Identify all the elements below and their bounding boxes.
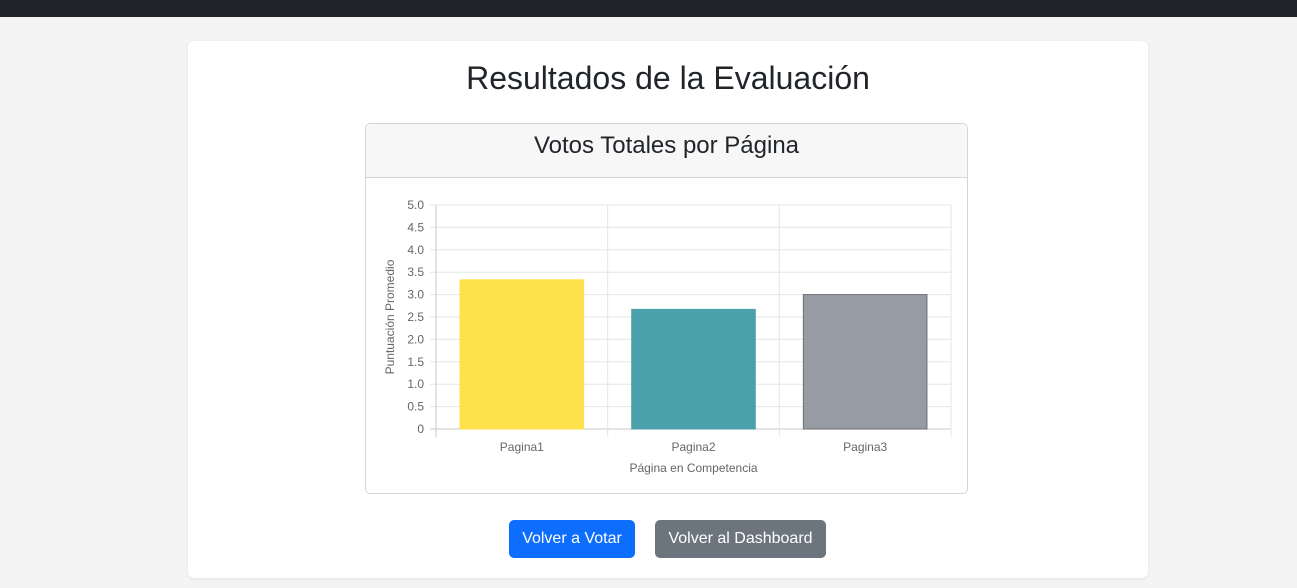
- y-axis-title: Puntuación Promedio: [383, 259, 397, 374]
- page-title: Resultados de la Evaluación: [466, 60, 870, 96]
- bar-pagina1: [459, 279, 585, 430]
- x-tick-label: Pagina3: [843, 440, 887, 454]
- vote-again-button[interactable]: Volver a Votar: [509, 520, 635, 558]
- top-navbar: [0, 0, 1297, 17]
- x-tick-label: Pagina1: [500, 440, 544, 454]
- y-tick-label: 2.0: [407, 332, 424, 346]
- y-tick-label: 5.0: [407, 198, 424, 212]
- chart-card: Votos Totales por Página 0 0.5 1.0 1.5 2.0 2.…: [365, 123, 968, 494]
- y-tick-label: 0: [417, 422, 424, 436]
- bar-pagina2: [631, 308, 756, 430]
- chart-title: Votos Totales por Página: [533, 132, 800, 159]
- bar-chart: 0 0.5 1.0 1.5 2.0 2.5 3.0 3.5 4.0 4.5 5.0 Pagina1 Pa…: [383, 198, 952, 475]
- y-tick-label: 1.0: [407, 377, 424, 391]
- y-tick-label: 4.0: [407, 243, 424, 257]
- chart-card-header: Votos Totales por Página: [366, 124, 967, 178]
- results-card: Resultados de la Evaluación Votos Totale…: [188, 41, 1148, 578]
- x-axis-title: Página en Competencia: [629, 461, 757, 475]
- y-tick-label: 1.5: [407, 355, 424, 369]
- y-tick-label: 3.5: [407, 265, 424, 279]
- y-tick-label: 4.5: [407, 220, 424, 234]
- bar-pagina3: [802, 294, 928, 430]
- back-to-dashboard-button[interactable]: Volver al Dashboard: [655, 520, 826, 558]
- y-tick-label: 0.5: [407, 400, 424, 414]
- y-tick-label: 2.5: [407, 310, 424, 324]
- y-tick-label: 3.0: [407, 288, 424, 302]
- x-tick-label: Pagina2: [671, 440, 715, 454]
